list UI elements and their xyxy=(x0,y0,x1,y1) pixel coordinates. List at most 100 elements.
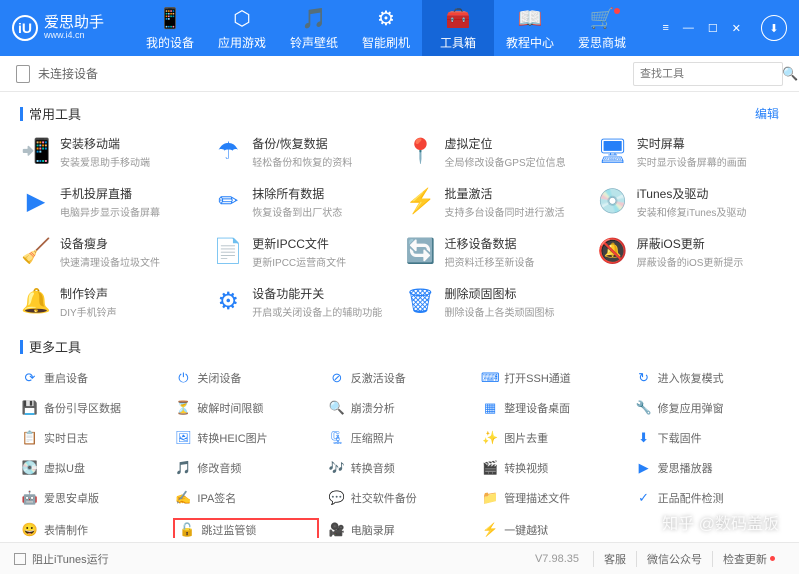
nav-tab-2[interactable]: 🎵铃声壁纸 xyxy=(278,0,350,56)
tool-icon: 🔓 xyxy=(179,522,195,538)
common-tool-12[interactable]: 🔔制作铃声DIY手机铃声 xyxy=(20,285,202,319)
menu-icon[interactable]: ≡ xyxy=(660,20,670,36)
common-tool-10[interactable]: 🔄迁移设备数据把资料迁移至新设备 xyxy=(405,235,587,269)
more-tool-18[interactable]: 🎬转换视频 xyxy=(480,458,625,478)
tool-label: 爱思播放器 xyxy=(658,460,713,476)
more-tool-5[interactable]: 💾 备份引导区数据 xyxy=(20,398,165,418)
tool-label: 破解时间限额 xyxy=(197,400,263,416)
wechat-button[interactable]: 微信公众号 xyxy=(636,551,712,567)
common-tool-0[interactable]: 📲安装移动端安装爱思助手移动端 xyxy=(20,135,202,169)
update-button[interactable]: 检查更新 xyxy=(712,551,785,567)
more-tool-1[interactable]: ⏻关闭设备 xyxy=(173,368,318,388)
section-accent xyxy=(20,340,23,354)
tool-icon: 💾 xyxy=(22,400,38,416)
more-tool-16[interactable]: 🎵修改音频 xyxy=(173,458,318,478)
common-tool-3[interactable]: 🖥实时屏幕实时显示设备屏幕的画面 xyxy=(597,135,779,169)
minimize-icon[interactable]: — xyxy=(681,20,696,36)
nav-tab-1[interactable]: ⬡应用游戏 xyxy=(206,0,278,56)
more-tool-8[interactable]: ▦整理设备桌面 xyxy=(480,398,625,418)
nav-tab-3[interactable]: ⚙智能刷机 xyxy=(350,0,422,56)
common-tool-2[interactable]: 📍虚拟定位全局修改设备GPS定位信息 xyxy=(405,135,587,169)
more-tool-7[interactable]: 🔍崩溃分析 xyxy=(327,398,472,418)
tool-subtitle: 更新IPCC运营商文件 xyxy=(252,254,346,269)
tool-title: 手机投屏直播 xyxy=(60,185,160,202)
tool-icon: 🔕 xyxy=(597,235,629,267)
device-status: 未连接设备 xyxy=(38,65,98,82)
tool-subtitle: 轻松备份和恢复的资料 xyxy=(252,154,352,169)
tool-icon: 😀 xyxy=(22,522,38,538)
tool-title: 更新IPCC文件 xyxy=(252,235,346,252)
support-button[interactable]: 客服 xyxy=(593,551,636,567)
tool-subtitle: 支持多台设备同时进行激活 xyxy=(445,204,565,219)
close-icon[interactable]: ✕ xyxy=(730,20,743,37)
more-tool-0[interactable]: ⟳重启设备 xyxy=(20,368,165,388)
tool-subtitle: 开启或关闭设备上的辅助功能 xyxy=(252,304,382,319)
more-tool-25[interactable]: 😀表情制作 xyxy=(20,518,165,538)
common-tool-11[interactable]: 🔕屏蔽iOS更新屏蔽设备的iOS更新提示 xyxy=(597,235,779,269)
tool-subtitle: DIY手机铃声 xyxy=(60,304,117,319)
common-tool-9[interactable]: 📄更新IPCC文件更新IPCC运营商文件 xyxy=(212,235,394,269)
tool-icon: 🔧 xyxy=(636,400,652,416)
more-tool-21[interactable]: ✍IPA签名 xyxy=(173,488,318,508)
tool-icon: ⊘ xyxy=(329,370,345,386)
more-tool-24[interactable]: ✓正品配件检测 xyxy=(634,488,779,508)
more-tool-3[interactable]: ⌨打开SSH通道 xyxy=(480,368,625,388)
tool-title: 批量激活 xyxy=(445,185,565,202)
tool-subtitle: 安装和修复iTunes及驱动 xyxy=(637,204,747,219)
content-area: 常用工具 编辑 📲安装移动端安装爱思助手移动端☂备份/恢复数据轻松备份和恢复的资… xyxy=(0,92,799,538)
edit-link[interactable]: 编辑 xyxy=(755,105,779,122)
tool-icon: 💬 xyxy=(329,490,345,506)
more-tool-27[interactable]: 🎥电脑录屏 xyxy=(327,518,472,538)
more-tool-15[interactable]: 💽虚拟U盘 xyxy=(20,458,165,478)
search-icon[interactable]: 🔍 xyxy=(782,66,798,82)
tool-icon: ▶ xyxy=(20,185,52,217)
more-tool-9[interactable]: 🔧修复应用弹窗 xyxy=(634,398,779,418)
more-tool-2[interactable]: ⊘反激活设备 xyxy=(327,368,472,388)
tool-label: 备份引导区数据 xyxy=(44,400,121,416)
tool-icon: ↻ xyxy=(636,370,652,386)
tool-icon: ⌨ xyxy=(482,370,498,386)
search-box[interactable]: 🔍 xyxy=(633,62,783,86)
more-tool-26[interactable]: 🔓 跳过监管锁 xyxy=(173,518,318,538)
more-tool-12[interactable]: 🗜压缩照片 xyxy=(327,428,472,448)
common-tool-13[interactable]: ⚙设备功能开关开启或关闭设备上的辅助功能 xyxy=(212,285,394,319)
search-input[interactable] xyxy=(640,68,782,80)
common-tool-7[interactable]: 💿iTunes及驱动安装和修复iTunes及驱动 xyxy=(597,185,779,219)
download-icon[interactable]: ⬇ xyxy=(761,15,787,41)
nav-tab-4[interactable]: 🧰工具箱 xyxy=(422,0,494,56)
common-tool-1[interactable]: ☂备份/恢复数据轻松备份和恢复的资料 xyxy=(212,135,394,169)
more-tool-19[interactable]: ▶爱思播放器 xyxy=(634,458,779,478)
common-tool-6[interactable]: ⚡批量激活支持多台设备同时进行激活 xyxy=(405,185,587,219)
common-tool-4[interactable]: ▶手机投屏直播电脑异步显示设备屏幕 xyxy=(20,185,202,219)
common-tool-5[interactable]: ✏抹除所有数据恢复设备到出厂状态 xyxy=(212,185,394,219)
more-tool-6[interactable]: ⏳破解时间限额 xyxy=(173,398,318,418)
more-tool-20[interactable]: 🤖爱思安卓版 xyxy=(20,488,165,508)
tool-label: 电脑录屏 xyxy=(351,522,395,538)
more-tool-28[interactable]: ⚡一键越狱 xyxy=(480,518,625,538)
tool-subtitle: 删除设备上各类顽固图标 xyxy=(445,304,555,319)
tool-icon: ✓ xyxy=(636,490,652,506)
nav-icon: 📖 xyxy=(518,6,543,31)
tool-label: 整理设备桌面 xyxy=(504,400,570,416)
tool-icon: 🎵 xyxy=(175,460,191,476)
tool-label: 跳过监管锁 xyxy=(201,522,256,538)
more-tool-13[interactable]: ✨图片去重 xyxy=(480,428,625,448)
more-tool-10[interactable]: 📋实时日志 xyxy=(20,428,165,448)
nav-tab-5[interactable]: 📖教程中心 xyxy=(494,0,566,56)
more-tool-14[interactable]: ⬇下载固件 xyxy=(634,428,779,448)
more-tool-11[interactable]: 🖼转换HEIC图片 xyxy=(173,428,318,448)
common-tool-8[interactable]: 🧹设备瘦身快速清理设备垃圾文件 xyxy=(20,235,202,269)
nav-tab-6[interactable]: 🛒爱思商城 xyxy=(566,0,638,56)
block-itunes-checkbox[interactable] xyxy=(14,553,26,565)
more-tool-4[interactable]: ↻进入恢复模式 xyxy=(634,368,779,388)
device-bar: 未连接设备 🔍 xyxy=(0,56,799,92)
tool-title: 设备功能开关 xyxy=(252,285,382,302)
common-tool-14[interactable]: 🗑删除顽固图标删除设备上各类顽固图标 xyxy=(405,285,587,319)
nav-label: 应用游戏 xyxy=(218,34,266,51)
maximize-icon[interactable]: ☐ xyxy=(706,20,720,37)
nav-tab-0[interactable]: 📱我的设备 xyxy=(134,0,206,56)
more-tool-17[interactable]: 🎶转换音频 xyxy=(327,458,472,478)
more-tool-22[interactable]: 💬社交软件备份 xyxy=(327,488,472,508)
tool-icon: 🤖 xyxy=(22,490,38,506)
more-tool-23[interactable]: 📁管理描述文件 xyxy=(480,488,625,508)
